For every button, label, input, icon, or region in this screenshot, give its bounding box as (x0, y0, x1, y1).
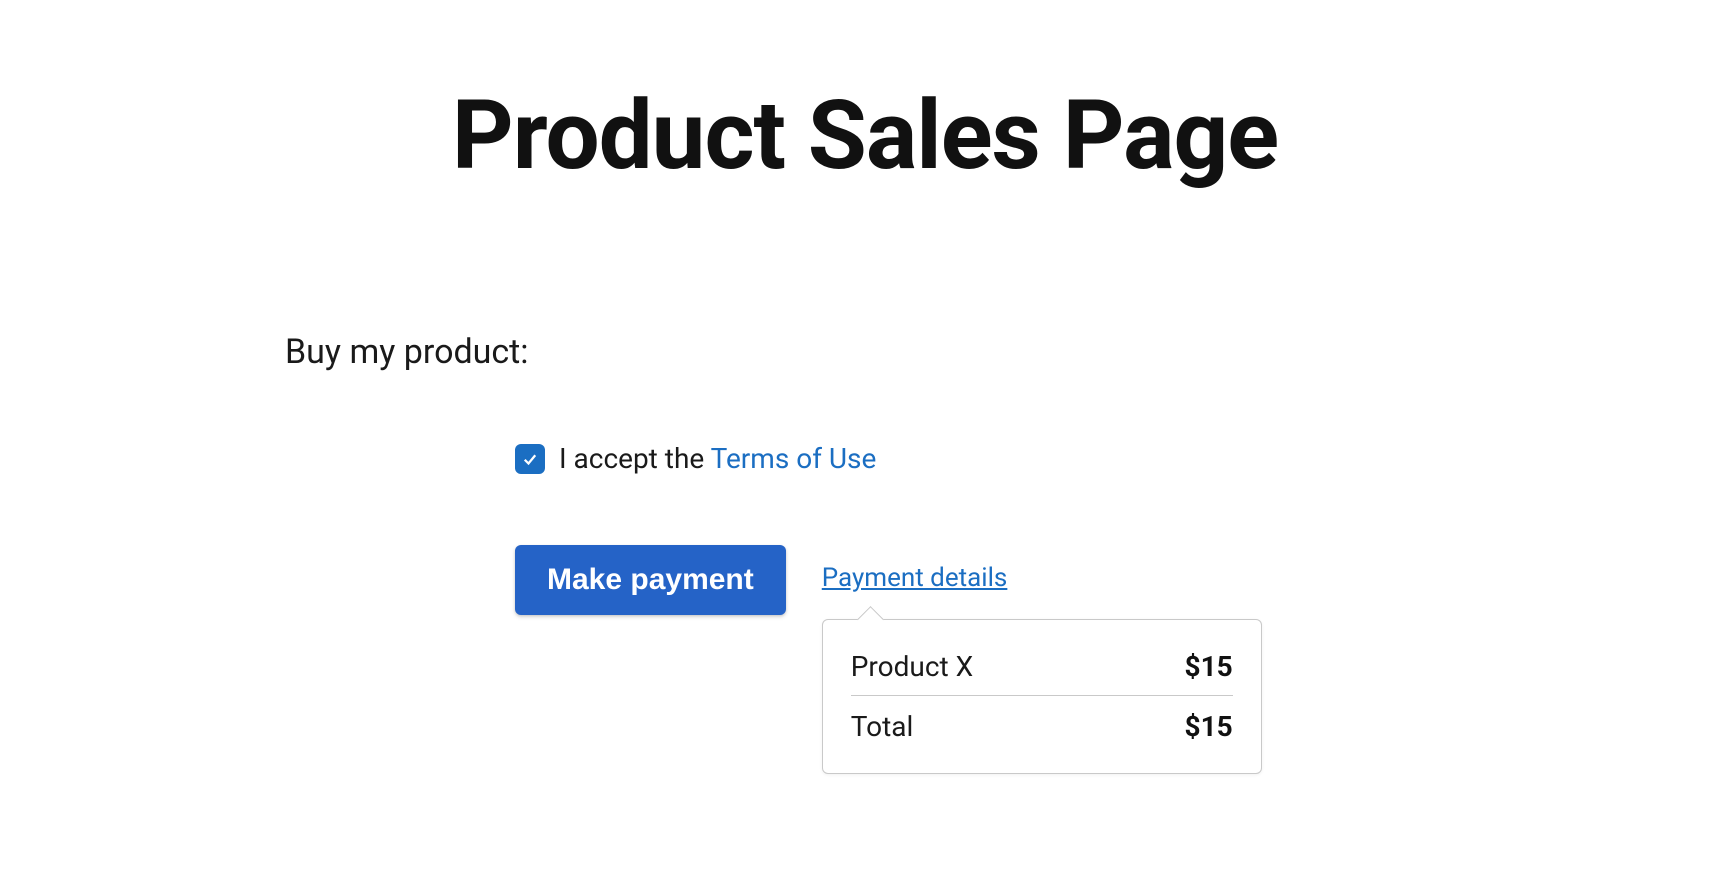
total-value: $15 (1185, 710, 1233, 743)
payment-details-link[interactable]: Payment details (822, 563, 1262, 593)
check-icon (521, 450, 539, 468)
line-item-label: Product X (851, 650, 973, 683)
terms-checkbox[interactable] (515, 444, 545, 474)
payment-total: Total $15 (851, 704, 1233, 749)
terms-label: I accept the Terms of Use (559, 442, 876, 475)
actions-row: Make payment Payment details Product X $… (515, 545, 1565, 774)
prompt-text: Buy my product: (285, 332, 1565, 372)
page-title: Product Sales Page (165, 80, 1565, 192)
line-item-value: $15 (1185, 650, 1233, 683)
payment-details-popover: Product X $15 Total $15 (822, 619, 1262, 774)
payment-details-column: Payment details Product X $15 Total $15 (822, 545, 1262, 774)
make-payment-button[interactable]: Make payment (515, 545, 786, 615)
terms-label-prefix: I accept the (559, 442, 711, 475)
terms-checkbox-row: I accept the Terms of Use (515, 442, 1565, 475)
payment-line-item: Product X $15 (851, 644, 1233, 696)
terms-of-use-link[interactable]: Terms of Use (711, 442, 877, 475)
total-label: Total (851, 710, 914, 743)
